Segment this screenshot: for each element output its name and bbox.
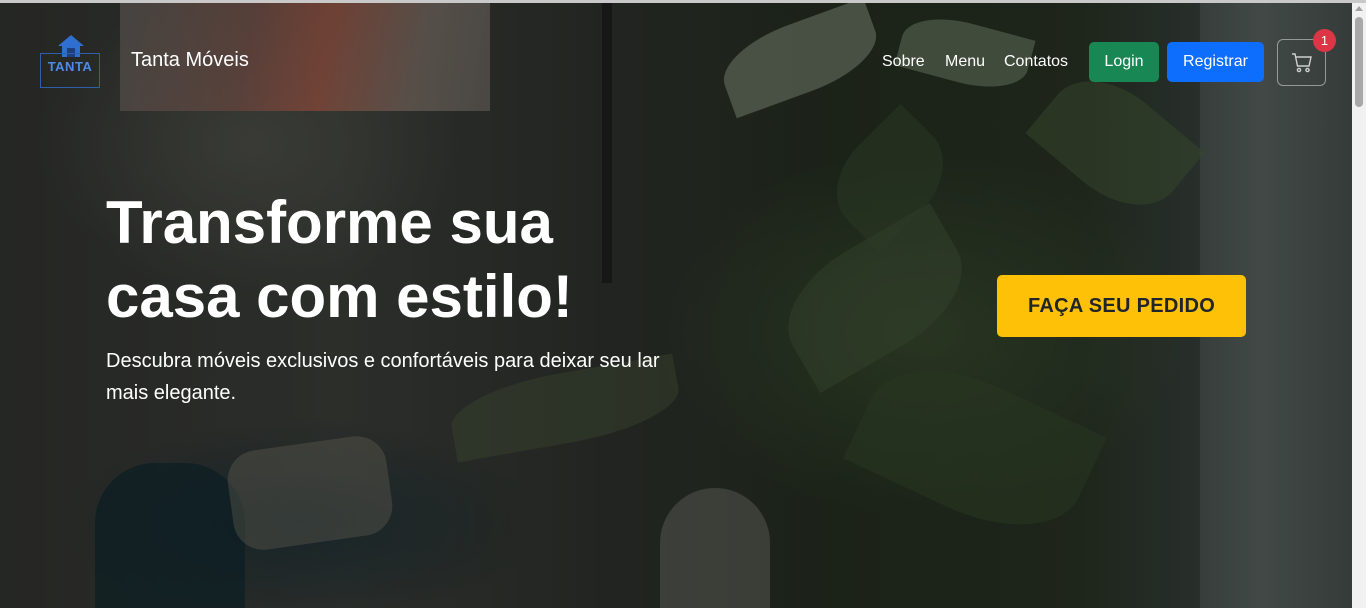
- scroll-up-arrow-icon[interactable]: [1355, 6, 1363, 11]
- hero-subtitle: Descubra móveis exclusivos e confortávei…: [106, 350, 660, 404]
- login-button[interactable]: Login: [1089, 42, 1159, 82]
- nav-link-menu[interactable]: Menu: [945, 53, 985, 71]
- cart-count-badge: 1: [1313, 29, 1336, 52]
- scrollbar-thumb[interactable]: [1355, 17, 1363, 107]
- logo-text: TANTA: [47, 59, 93, 74]
- brand-logo[interactable]: TANTA: [40, 33, 100, 88]
- register-button[interactable]: Registrar: [1167, 42, 1264, 82]
- nav-link-sobre[interactable]: Sobre: [882, 53, 925, 71]
- hero-headline: Transforme sua casa com estilo!: [106, 189, 573, 330]
- page-scrollbar[interactable]: [1352, 3, 1366, 608]
- order-button[interactable]: FAÇA SEU PEDIDO: [997, 275, 1246, 337]
- cart-icon: [1292, 53, 1312, 73]
- nav-link-contatos[interactable]: Contatos: [1004, 53, 1068, 71]
- brand-name[interactable]: Tanta Móveis: [131, 49, 249, 72]
